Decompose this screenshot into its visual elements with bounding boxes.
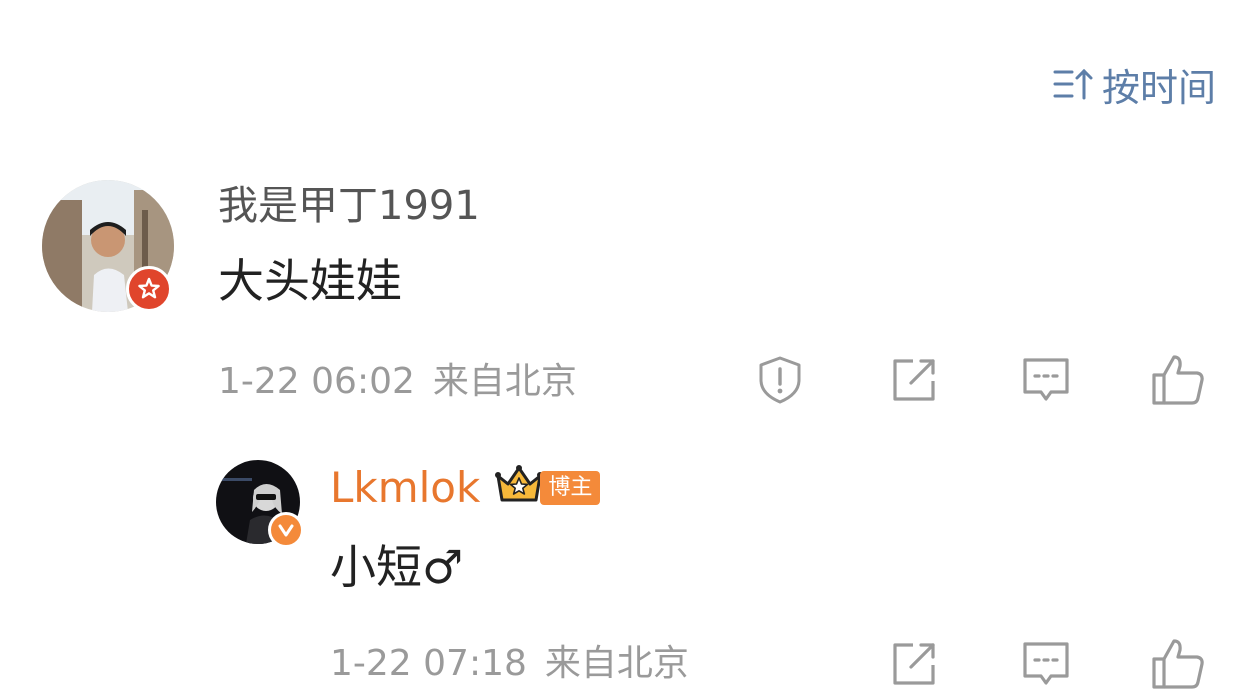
- sort-label: 按时间: [1101, 65, 1216, 110]
- like-icon: [1150, 637, 1206, 691]
- comment-icon: [1020, 638, 1072, 690]
- comment-username[interactable]: 我是甲丁1991: [218, 186, 480, 226]
- reply-content: 小短♂: [330, 540, 464, 594]
- verified-v-icon: [268, 512, 304, 548]
- share-button[interactable]: [884, 350, 944, 410]
- reply-like-button[interactable]: [1148, 634, 1208, 694]
- reply-time: 1-22 07:18: [330, 643, 527, 684]
- like-button[interactable]: [1148, 350, 1208, 410]
- share-icon: [889, 355, 939, 405]
- comment-location: 来自北京: [432, 361, 577, 402]
- comment-button[interactable]: [1016, 350, 1076, 410]
- reply-username[interactable]: Lkmlok: [330, 467, 480, 509]
- sort-toggle[interactable]: 按时间: [1052, 58, 1216, 110]
- share-icon: [889, 639, 939, 689]
- reply-comment-button[interactable]: [1016, 634, 1076, 694]
- reply-location: 来自北京: [544, 643, 689, 684]
- blogger-tag: 博主: [540, 471, 601, 505]
- report-button[interactable]: [750, 350, 810, 410]
- reply-meta: 1-22 07:18 来自北京: [330, 646, 689, 682]
- comment-meta: 1-22 06:02 来自北京: [218, 364, 577, 400]
- sort-time-icon: [1052, 67, 1094, 101]
- reply-username-row: Lkmlok 博主: [330, 464, 601, 513]
- comment-time: 1-22 06:02: [218, 361, 415, 402]
- star-badge-icon: [126, 266, 172, 312]
- comment-content: 大头娃娃: [218, 254, 402, 308]
- blogger-badge: 博主: [494, 464, 601, 513]
- crown-icon: [494, 464, 544, 513]
- like-icon: [1150, 353, 1206, 407]
- report-icon: [754, 354, 806, 406]
- comment-icon: [1020, 354, 1072, 406]
- reply-share-button[interactable]: [884, 634, 944, 694]
